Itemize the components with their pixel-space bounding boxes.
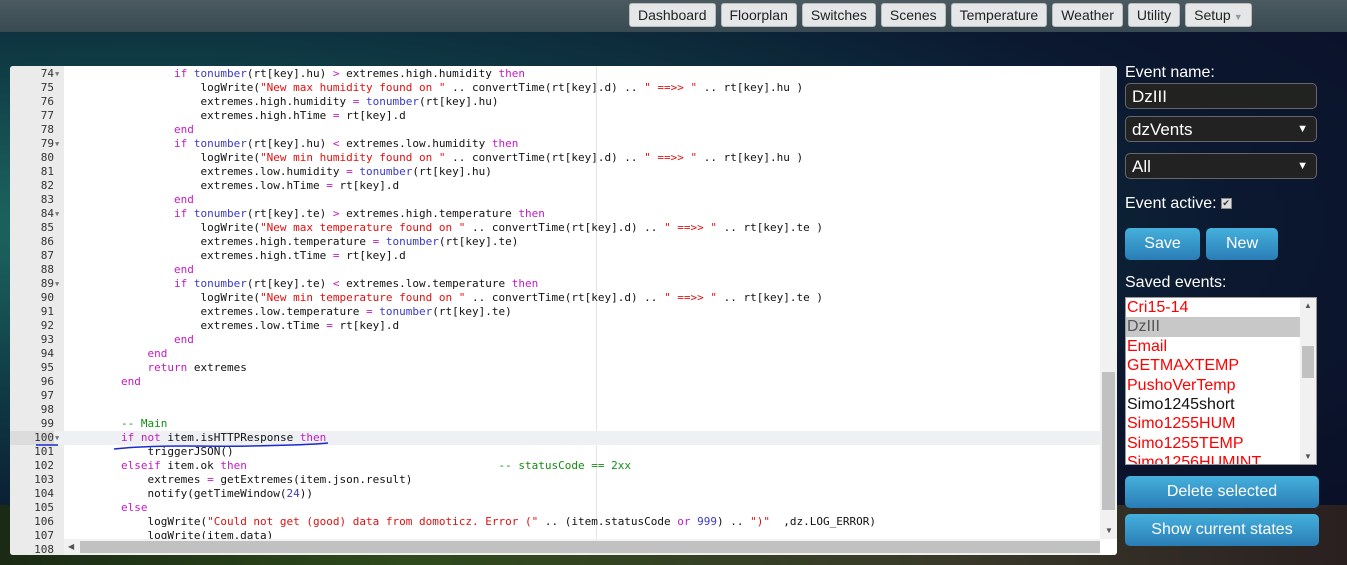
saved-event-item[interactable]: Simo1255TEMP — [1126, 434, 1316, 453]
saved-event-item[interactable]: Simo1255HUM — [1126, 414, 1316, 433]
saved-event-item[interactable]: Simo1256HUMINT — [1126, 453, 1316, 464]
saved-events-list[interactable]: Cri15-14 DzIII Email GETMAXTEMP PushoVerTemp… — [1125, 297, 1317, 465]
nav-setup[interactable]: Setup ▼ — [1185, 3, 1252, 27]
saved-event-item[interactable]: Simo1245short — [1126, 395, 1316, 414]
saved-event-item[interactable]: DzIII — [1126, 317, 1316, 337]
saved-event-item[interactable]: Email — [1126, 337, 1316, 356]
dropdown-arrow-icon: ▼ — [1297, 160, 1308, 172]
event-active-row: Event active: ✔ — [1125, 195, 1232, 213]
saved-event-item[interactable]: Cri15-14 — [1126, 298, 1316, 317]
nav-floorplan[interactable]: Floorplan — [720, 3, 797, 27]
nav-temperature[interactable]: Temperature — [950, 3, 1048, 27]
event-name-input[interactable]: DzIII — [1125, 83, 1317, 109]
event-active-label: Event active: — [1125, 195, 1217, 212]
save-button[interactable]: Save — [1125, 228, 1200, 260]
interpreter-value: dzVents — [1132, 120, 1193, 139]
trigger-select[interactable]: All ▼ — [1125, 153, 1317, 179]
saved-events-label: Saved events: — [1125, 274, 1227, 291]
horizontal-scrollbar[interactable]: ◀ — [64, 539, 1100, 555]
saved-event-item[interactable]: PushoVerTemp — [1126, 376, 1316, 395]
delete-selected-button[interactable]: Delete selected — [1125, 476, 1319, 508]
caret-down-icon: ▼ — [1233, 12, 1243, 22]
show-current-states-button[interactable]: Show current states — [1125, 514, 1319, 546]
scroll-up-icon[interactable]: ▲ — [1304, 301, 1312, 310]
scrollbar-thumb[interactable] — [1302, 346, 1314, 378]
trigger-value: All — [1132, 157, 1151, 176]
scrollbar-thumb[interactable] — [1102, 372, 1115, 510]
vertical-scrollbar[interactable]: ▼ — [1100, 66, 1117, 539]
code-editor[interactable]: 74 ▼ if tonumber(rt[key].hu) > extremes.h… — [10, 66, 1117, 555]
main-nav: Dashboard Floorplan Switches Scenes Temp… — [629, 3, 1252, 27]
nav-utility[interactable]: Utility — [1127, 3, 1181, 27]
nav-dashboard[interactable]: Dashboard — [629, 3, 716, 27]
nav-setup-label: Setup — [1194, 7, 1231, 23]
nav-switches[interactable]: Switches — [801, 3, 876, 27]
scroll-down-icon[interactable]: ▼ — [1105, 526, 1113, 535]
event-name-label: Event name: — [1125, 64, 1215, 81]
scroll-left-icon[interactable]: ◀ — [68, 542, 74, 551]
scroll-down-icon[interactable]: ▼ — [1304, 452, 1312, 461]
interpreter-select[interactable]: dzVents ▼ — [1125, 116, 1317, 142]
saved-event-item[interactable]: GETMAXTEMP — [1126, 356, 1316, 375]
nav-scenes[interactable]: Scenes — [880, 3, 946, 27]
nav-weather[interactable]: Weather — [1052, 3, 1123, 27]
top-navbar: Dashboard Floorplan Switches Scenes Temp… — [0, 0, 1347, 32]
scrollbar-thumb[interactable] — [80, 541, 1100, 553]
new-button[interactable]: New — [1206, 228, 1278, 260]
event-active-checkbox[interactable]: ✔ — [1220, 198, 1232, 210]
list-scrollbar[interactable]: ▲ ▼ — [1300, 298, 1316, 464]
dropdown-arrow-icon: ▼ — [1297, 123, 1308, 135]
annotation-underline — [36, 442, 329, 450]
